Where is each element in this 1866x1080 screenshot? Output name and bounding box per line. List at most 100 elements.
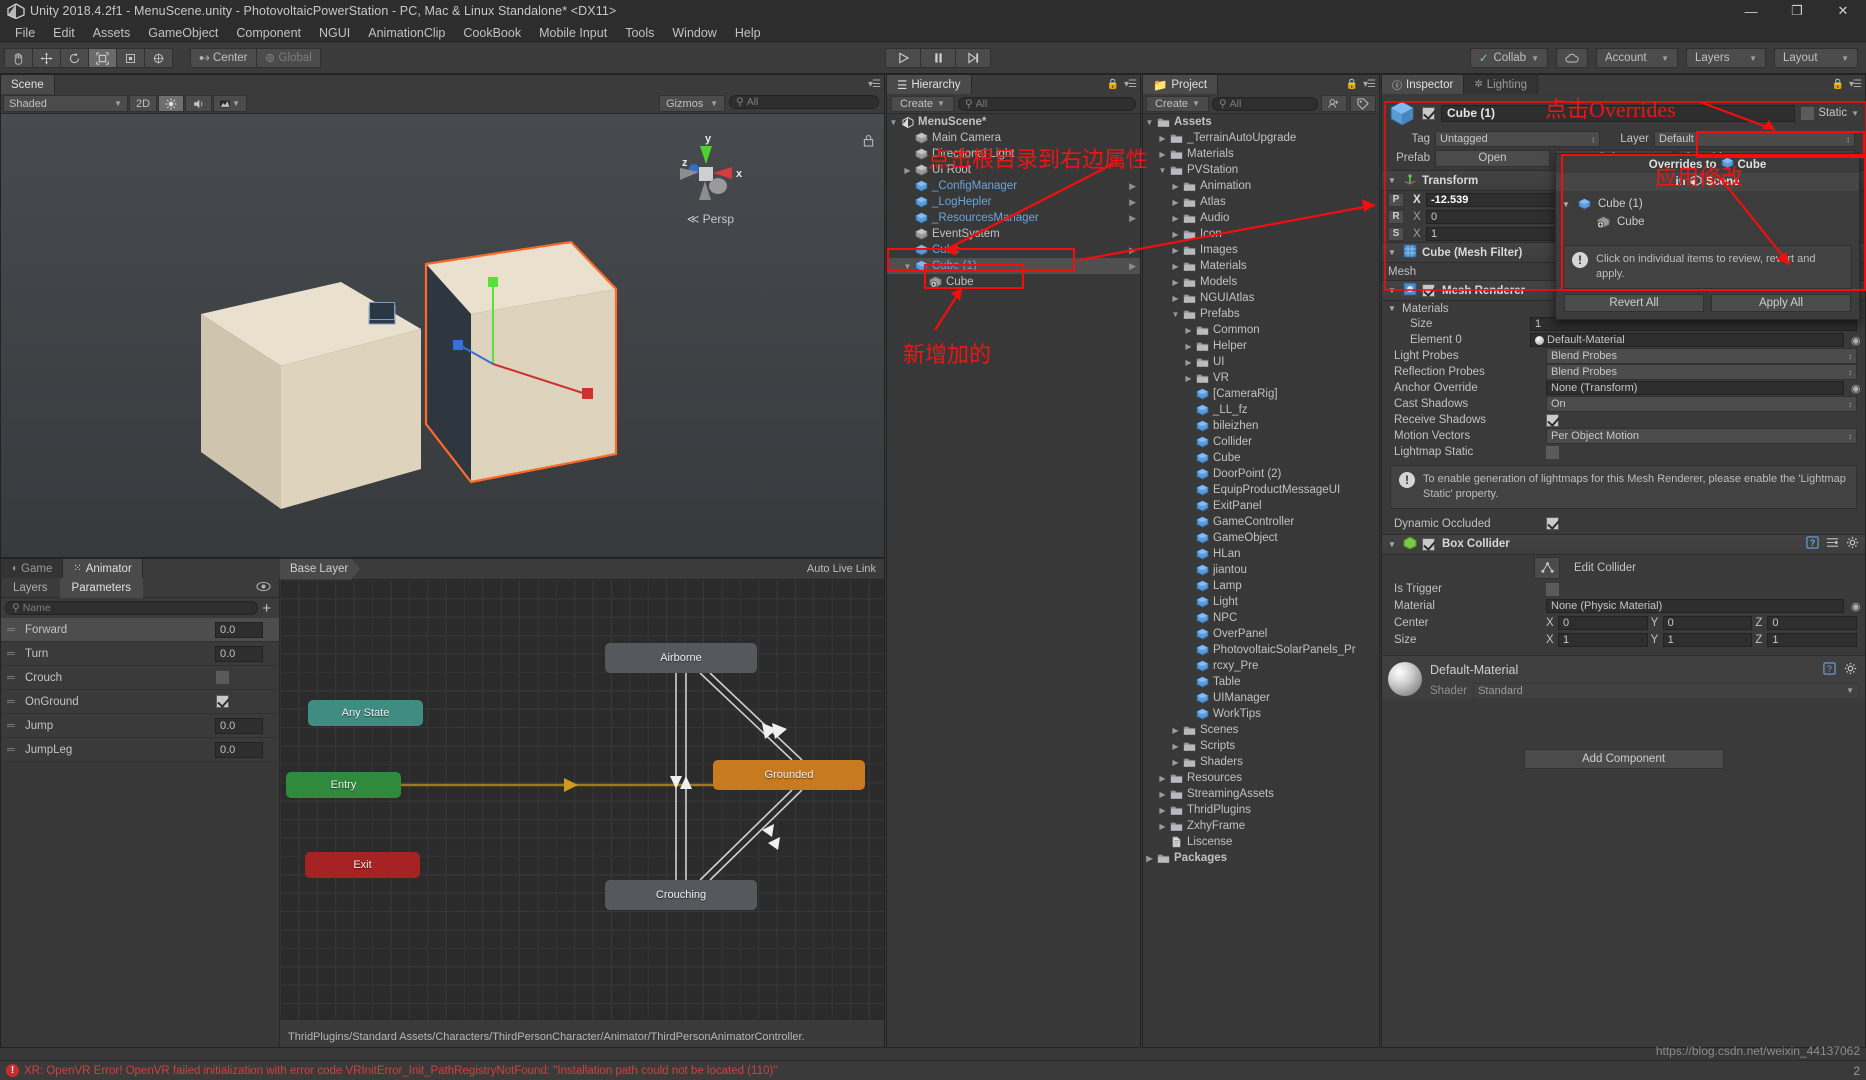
static-toggle-group[interactable]: Static ▼ xyxy=(1801,106,1859,120)
menu-component[interactable]: Component xyxy=(227,24,310,42)
project-item-gamecontroller[interactable]: GameController xyxy=(1143,514,1379,530)
scene-axis-gizmo[interactable]: y x z xyxy=(666,132,752,218)
chevron-down-icon[interactable]: ▼ xyxy=(1386,540,1398,549)
state-node-any-state[interactable]: Any State xyxy=(308,700,423,726)
scale-tool-icon[interactable] xyxy=(88,48,117,68)
minimize-button[interactable]: — xyxy=(1728,0,1774,22)
project-item-hlan[interactable]: HLan xyxy=(1143,546,1379,562)
chevron-right-icon[interactable]: ▶ xyxy=(1129,213,1136,224)
help-icon[interactable]: ? xyxy=(1823,662,1836,678)
hierarchy-create-button[interactable]: Create ▼ xyxy=(891,95,954,112)
project-item-lamp[interactable]: Lamp xyxy=(1143,578,1379,594)
menu-cookbook[interactable]: CookBook xyxy=(454,24,530,42)
menu-help[interactable]: Help xyxy=(726,24,770,42)
project-item-equipproductmessageui[interactable]: EquipProductMessageUI xyxy=(1143,482,1379,498)
project-item-ui[interactable]: ▶ UI xyxy=(1143,354,1379,370)
chevron-right-icon[interactable]: ▶ xyxy=(1169,742,1182,751)
project-item-common[interactable]: ▶ Common xyxy=(1143,322,1379,338)
drag-handle-icon[interactable]: ═ xyxy=(7,672,19,683)
chevron-right-icon[interactable]: ▶ xyxy=(1129,181,1136,192)
menu-assets[interactable]: Assets xyxy=(84,24,140,42)
project-item-rcxy-pre[interactable]: rcxy_Pre xyxy=(1143,658,1379,674)
move-tool-icon[interactable] xyxy=(32,48,61,68)
scene-panel-menu[interactable]: ▾☰ xyxy=(868,79,881,90)
project-item--ll-fz[interactable]: _LL_fz xyxy=(1143,402,1379,418)
box-collider-enabled-checkbox[interactable] xyxy=(1422,537,1435,551)
is-trigger-checkbox[interactable] xyxy=(1546,582,1559,596)
shader-dropdown[interactable]: Standard ▼ xyxy=(1473,682,1859,699)
project-item-gameobject[interactable]: GameObject xyxy=(1143,530,1379,546)
chevron-right-icon[interactable]: ▶ xyxy=(1129,197,1136,208)
help-icon[interactable]: ? xyxy=(1806,536,1819,552)
scene-viewport[interactable]: y x z ≪ Persp xyxy=(1,114,884,557)
chevron-down-icon[interactable]: ▼ xyxy=(1386,176,1398,185)
state-node-entry[interactable]: Entry xyxy=(286,772,401,798)
chevron-right-icon[interactable]: ▶ xyxy=(1169,758,1182,767)
project-item-exitpanel[interactable]: ExitPanel xyxy=(1143,498,1379,514)
parameter-search-input[interactable]: ⚲ Name xyxy=(5,601,259,615)
menu-animationclip[interactable]: AnimationClip xyxy=(359,24,454,42)
state-node-grounded[interactable]: Grounded xyxy=(713,760,865,790)
status-bar[interactable]: ! XR: OpenVR Error! OpenVR failed initia… xyxy=(0,1060,1866,1080)
project-filter-label-icon[interactable] xyxy=(1350,95,1376,112)
chevron-down-icon[interactable]: ▼ xyxy=(1143,118,1156,127)
project-item-table[interactable]: Table xyxy=(1143,674,1379,690)
pause-button[interactable] xyxy=(920,48,956,68)
project-item-scenes[interactable]: ▶ Scenes xyxy=(1143,722,1379,738)
drag-handle-icon[interactable]: ═ xyxy=(7,696,19,707)
project-item-jiantou[interactable]: jiantou xyxy=(1143,562,1379,578)
hierarchy-search-input[interactable]: ⚲ All xyxy=(957,96,1136,111)
parameter-value-input[interactable]: 0.0 xyxy=(215,645,263,662)
project-item-uimanager[interactable]: UIManager xyxy=(1143,690,1379,706)
edit-collider-button[interactable] xyxy=(1534,556,1560,579)
hierarchy-scene-root[interactable]: ▼ MenuScene* xyxy=(887,114,1140,130)
panel-menu-icon[interactable]: ▾☰ xyxy=(868,79,881,90)
mr-checkbox[interactable] xyxy=(1546,445,1559,459)
menu-ngui[interactable]: NGUI xyxy=(310,24,359,42)
drag-handle-icon[interactable]: ═ xyxy=(7,720,19,731)
tab-hierarchy[interactable]: ☰ Hierarchy xyxy=(887,75,972,94)
parameter-row[interactable]: ═ JumpLeg 0.0 xyxy=(1,738,279,762)
prefab-open-button[interactable]: Open xyxy=(1435,149,1550,167)
rect-tool-icon[interactable] xyxy=(116,48,145,68)
hierarchy-item--loghepler[interactable]: _LogHepler ▶ xyxy=(887,194,1140,210)
hierarchy-item-cube-1-[interactable]: ▼ Cube (1) ▶ xyxy=(887,258,1140,274)
gameobject-enabled-checkbox[interactable] xyxy=(1422,106,1435,120)
overrides-item-cube[interactable]: Cube xyxy=(1556,213,1859,231)
layers-button[interactable]: Layers ▼ xyxy=(1686,48,1766,68)
drag-handle-icon[interactable]: ═ xyxy=(7,744,19,755)
project-item-vr[interactable]: ▶ VR xyxy=(1143,370,1379,386)
scene-projection-label[interactable]: ≪ Persp xyxy=(687,212,734,226)
project-item-worktips[interactable]: WorkTips xyxy=(1143,706,1379,722)
project-item-materials[interactable]: ▶ Materials xyxy=(1143,146,1379,162)
chevron-right-icon[interactable]: ▶ xyxy=(1169,726,1182,735)
chevron-right-icon[interactable]: ▶ xyxy=(1129,261,1136,272)
chevron-right-icon[interactable]: ▶ xyxy=(1156,774,1169,783)
animator-eye-icon[interactable] xyxy=(256,581,271,595)
mesh-renderer-enabled-checkbox[interactable] xyxy=(1422,284,1435,297)
hierarchy-item-cube[interactable]: Cube ▶ xyxy=(887,242,1140,258)
inspector-panel-menu[interactable]: 🔒 ▾☰ xyxy=(1832,79,1862,90)
chevron-right-icon[interactable]: ▶ xyxy=(1143,854,1156,863)
project-item-assets[interactable]: ▼ Assets xyxy=(1143,114,1379,130)
menu-window[interactable]: Window xyxy=(663,24,725,42)
project-create-button[interactable]: Create ▼ xyxy=(1146,95,1209,112)
lock-icon[interactable]: 🔒 xyxy=(1346,79,1358,90)
auto-live-link-label[interactable]: Auto Live Link xyxy=(807,563,884,575)
mr-checkbox[interactable] xyxy=(1546,413,1559,427)
chevron-down-icon[interactable]: ▼ xyxy=(887,118,900,127)
tab-project[interactable]: 📁 Project xyxy=(1143,75,1219,94)
gear-icon[interactable] xyxy=(1846,536,1859,552)
project-item-materials[interactable]: ▶ Materials xyxy=(1143,258,1379,274)
preset-icon[interactable] xyxy=(1826,536,1839,552)
chevron-right-icon[interactable]: ▶ xyxy=(1182,374,1195,383)
project-item-doorpoint-2-[interactable]: DoorPoint (2) xyxy=(1143,466,1379,482)
chevron-right-icon[interactable]: ▶ xyxy=(1169,214,1182,223)
maximize-button[interactable]: ❐ xyxy=(1774,0,1820,22)
parameter-value-input[interactable]: 0.0 xyxy=(215,717,263,734)
size-y[interactable]: 1 xyxy=(1662,633,1753,648)
layer-dropdown[interactable]: Default ↕ xyxy=(1654,131,1855,147)
mr-object-field[interactable]: None (Transform) xyxy=(1546,381,1844,395)
chevron-down-icon[interactable]: ▼ xyxy=(901,262,914,271)
parameter-row[interactable]: ═ Forward 0.0 xyxy=(1,618,279,642)
